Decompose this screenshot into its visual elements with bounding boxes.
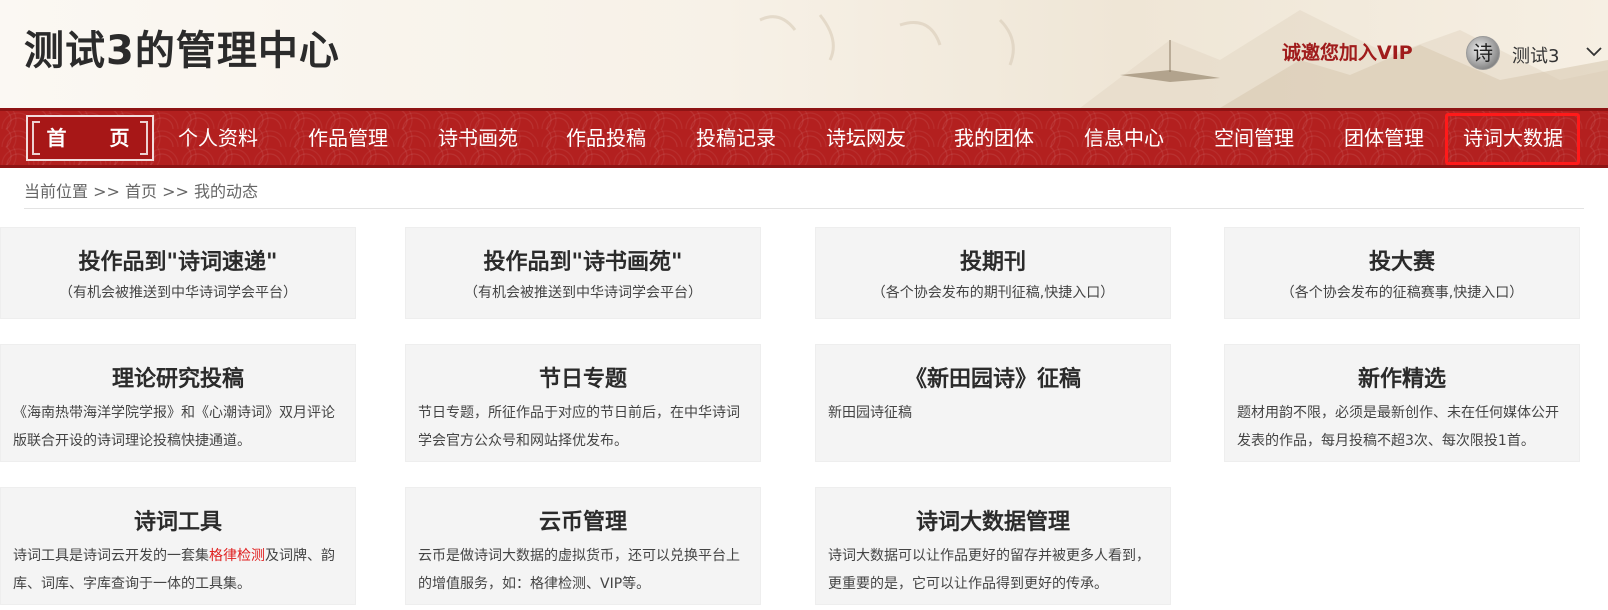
card-title: 《新田园诗》征稿 [904,367,1081,392]
card-big-data-admin[interactable]: 诗词大数据管理 诗词大数据可以让作品更好的留存并被更多人看到，更重要的是，它可以… [815,487,1171,605]
username[interactable]: 测试3 [1512,42,1559,68]
card-theory-research[interactable]: 理论研究投稿 《海南热带海洋学院学报》和《心潮诗词》双月评论版联合开设的诗词理论… [0,344,356,462]
nav-item-messages[interactable]: 信息中心 [1068,111,1180,165]
nav-item-my-groups[interactable]: 我的团体 [938,111,1050,165]
card-subtitle: （各个协会发布的期刊征稿,快捷入口） [871,285,1115,301]
card-description: 云币是做诗词大数据的虚拟货币，还可以兑换平台上的增值服务，如：格律检测、VIP等… [418,548,740,592]
card-title: 诗词大数据管理 [915,510,1070,535]
nav-item-big-data[interactable]: 诗词大数据 [1448,111,1578,165]
card-new-pastoral[interactable]: 《新田园诗》征稿 新田园诗征稿 [815,344,1171,462]
card-submit-gallery[interactable]: 投作品到"诗书画苑" （有机会被推送到中华诗词学会平台） [405,227,761,319]
description-text: 诗词工具是诗词云开发的一套集 [13,548,209,564]
divider [24,208,1584,209]
card-description: 题材用韵不限，必须是最新创作、未在任何媒体公开发表的作品，每月投稿不超3次、每次… [1237,405,1559,449]
nav-item-friends[interactable]: 诗坛网友 [810,111,922,165]
nav-item-group-admin[interactable]: 团体管理 [1328,111,1440,165]
card-cloud-coin[interactable]: 云币管理 云币是做诗词大数据的虚拟货币，还可以兑换平台上的增值服务，如：格律检测… [405,487,761,605]
card-description: 《海南热带海洋学院学报》和《心潮诗词》双月评论版联合开设的诗词理论投稿快捷通道。 [13,405,335,449]
card-title: 投作品到"诗词速递" [78,250,278,275]
site-title: 测试3的管理中心 [24,28,340,74]
main-nav: 首 页 个人资料 作品管理 诗书画苑 作品投稿 投稿记录 诗坛网友 我的团体 信… [0,108,1608,168]
breadcrumb: 当前位置 >> 首页 >> 我的动态 [24,182,258,201]
card-poetry-tools[interactable]: 诗词工具 诗词工具是诗词云开发的一套集格律检测及词牌、韵库、词库、字库查询于一体… [0,487,356,605]
nav-item-submissions[interactable]: 投稿记录 [680,111,792,165]
nav-item-works[interactable]: 作品管理 [292,111,404,165]
card-new-selection[interactable]: 新作精选 题材用韵不限，必须是最新创作、未在任何媒体公开发表的作品，每月投稿不超… [1224,344,1580,462]
card-description: 诗词工具是诗词云开发的一套集格律检测及词牌、韵库、词库、字库查询于一体的工具集。 [13,542,343,598]
avatar-glyph: 诗 [1473,41,1493,65]
nav-item-space[interactable]: 空间管理 [1198,111,1310,165]
card-subtitle: （有机会被推送到中华诗词学会平台） [464,285,702,301]
chevron-down-icon[interactable] [1584,44,1604,60]
nav-item-home[interactable]: 首 页 [26,115,154,161]
card-holiday-special[interactable]: 节日专题 节日专题，所征作品于对应的节日前后，在中华诗词学会官方公众号和网站择优… [405,344,761,462]
card-title: 投大赛 [1368,250,1435,275]
card-title: 理论研究投稿 [111,367,244,392]
user-avatar[interactable]: 诗 [1466,36,1500,70]
nav-item-gallery[interactable]: 诗书画苑 [422,111,534,165]
card-description: 节日专题，所征作品于对应的节日前后，在中华诗词学会官方公众号和网站择优发布。 [418,405,740,449]
nav-item-submit[interactable]: 作品投稿 [550,111,662,165]
card-subtitle: （各个协会发布的征稿赛事,快捷入口） [1280,285,1524,301]
card-title: 新作精选 [1357,367,1446,392]
card-submit-journal[interactable]: 投期刊 （各个协会发布的期刊征稿,快捷入口） [815,227,1171,319]
card-title: 云币管理 [538,510,627,535]
card-title: 诗词工具 [133,510,222,535]
card-subtitle: （有机会被推送到中华诗词学会平台） [59,285,297,301]
nav-item-profile[interactable]: 个人资料 [162,111,274,165]
card-description: 诗词大数据可以让作品更好的留存并被更多人看到，更重要的是，它可以让作品得到更好的… [828,548,1150,592]
card-title: 节日专题 [538,367,627,392]
header: 测试3的管理中心 诚邀您加入VIP 诗 测试3 [0,0,1608,108]
card-title: 投期刊 [959,250,1026,275]
card-description: 新田园诗征稿 [828,405,912,421]
vip-invite-link[interactable]: 诚邀您加入VIP [1282,38,1413,65]
card-title: 投作品到"诗书画苑" [483,250,683,275]
meter-check-link[interactable]: 格律检测 [209,548,265,564]
card-submit-contest[interactable]: 投大赛 （各个协会发布的征稿赛事,快捷入口） [1224,227,1580,319]
card-submit-express[interactable]: 投作品到"诗词速递" （有机会被推送到中华诗词学会平台） [0,227,356,319]
